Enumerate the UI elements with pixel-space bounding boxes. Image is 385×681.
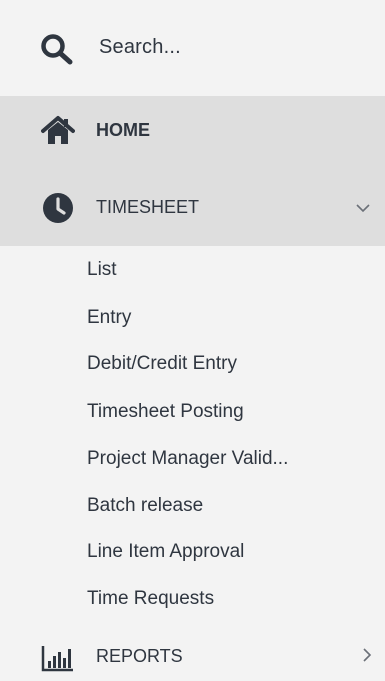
chevron-right-icon[interactable]: [358, 646, 376, 664]
nav-label-home: HOME: [96, 120, 150, 140]
clock-icon: [43, 193, 73, 223]
nav-label-reports: REPORTS: [96, 646, 183, 666]
search-icon: [41, 34, 73, 65]
submenu-item-time-requests[interactable]: Time Requests: [87, 588, 214, 610]
chevron-down-icon[interactable]: [354, 199, 372, 217]
search-bar[interactable]: Search...: [0, 0, 385, 96]
submenu-item-timesheet-posting[interactable]: Timesheet Posting: [87, 401, 244, 423]
submenu-item-project-manager-validation[interactable]: Project Manager Valid...: [87, 448, 288, 470]
nav-item-timesheet[interactable]: TIMESHEET: [0, 172, 385, 244]
submenu-item-line-item-approval[interactable]: Line Item Approval: [87, 541, 244, 563]
nav-item-home[interactable]: HOME: [0, 96, 385, 168]
sidebar-menu: Search... HOME TIMESHEET List Entry Debi…: [0, 0, 385, 681]
home-icon: [41, 116, 75, 144]
nav-item-reports[interactable]: REPORTS: [0, 620, 385, 681]
submenu-item-list[interactable]: List: [87, 259, 117, 281]
search-placeholder: Search...: [99, 36, 181, 58]
bar-chart-icon: [41, 646, 73, 672]
submenu-item-debit-credit-entry[interactable]: Debit/Credit Entry: [87, 353, 237, 375]
nav-label-timesheet: TIMESHEET: [96, 197, 200, 217]
submenu-item-batch-release[interactable]: Batch release: [87, 495, 203, 517]
submenu-item-entry[interactable]: Entry: [87, 307, 131, 329]
